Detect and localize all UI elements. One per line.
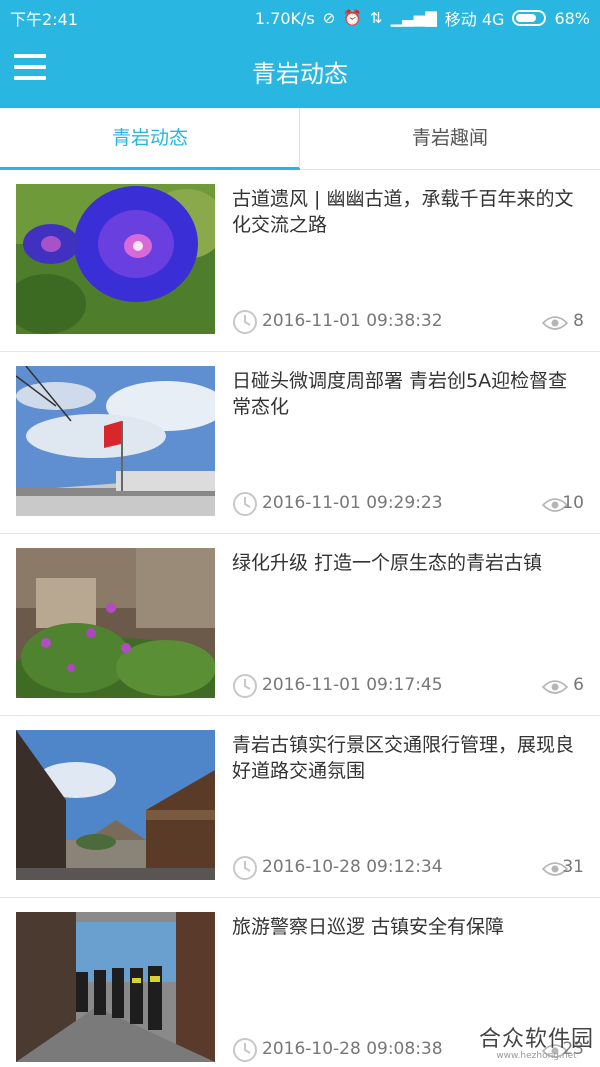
battery-percent: 68% bbox=[554, 8, 590, 28]
news-time: 2016-10-28 09:12:34 bbox=[262, 857, 443, 877]
watermark-text: 合众软件园 bbox=[478, 1027, 594, 1052]
news-meta: 2016-11-01 09:29:23 10 bbox=[232, 490, 584, 518]
news-title: 旅游警察日巡逻 古镇安全有保障 bbox=[232, 916, 505, 938]
news-thumbnail-old-town-street bbox=[16, 730, 215, 880]
clock-icon bbox=[233, 856, 257, 880]
watermark-logo: 合众软件园 www.hezhong.net bbox=[479, 1021, 594, 1061]
news-title: 绿化升级 打造一个原生态的青岩古镇 bbox=[232, 552, 543, 574]
eye-icon bbox=[542, 680, 568, 694]
news-meta: 2016-10-28 09:12:34 31 bbox=[232, 854, 584, 882]
network-speed: 1.70K/s bbox=[254, 8, 315, 28]
news-thumbnail-flag-building bbox=[16, 366, 215, 516]
news-item[interactable]: 绿化升级 打造一个原生态的青岩古镇 2016-11-01 09:17:45 6 bbox=[0, 534, 600, 716]
clock-icon bbox=[233, 310, 257, 334]
clock-icon bbox=[233, 492, 257, 516]
news-time: 2016-11-01 09:29:23 bbox=[262, 493, 443, 513]
clock-icon bbox=[233, 674, 257, 698]
status-indicators: 1.70K/s ⊘ ⏰ ⇅ ▁▃▅▇ 移动 4G 68% bbox=[255, 6, 590, 30]
news-meta: 2016-11-01 09:17:45 6 bbox=[232, 672, 584, 700]
tab-qingyan-anecdotes[interactable]: 青岩趣闻 bbox=[300, 108, 600, 169]
eye-icon bbox=[542, 316, 568, 330]
tab-divider bbox=[299, 108, 300, 168]
app-bar: 青岩动态 bbox=[0, 32, 600, 108]
news-views: 31 bbox=[562, 857, 584, 877]
sync-off-icon: ⊘ bbox=[322, 9, 336, 27]
news-title: 古道遗风 | 幽幽古道，承载千百年来的文化交流之路 bbox=[232, 188, 574, 236]
news-time: 2016-11-01 09:17:45 bbox=[262, 675, 443, 695]
news-item[interactable]: 日碰头微调度周部署 青岩创5A迎检督查常态化 2016-11-01 09:29:… bbox=[0, 352, 600, 534]
signal-icon: ▁▃▅▇ bbox=[390, 9, 437, 27]
page-title: 青岩动态 bbox=[252, 60, 348, 88]
clock-icon bbox=[233, 1038, 257, 1062]
battery-icon bbox=[512, 10, 547, 26]
status-bar: 下午2:41 1.70K/s ⊘ ⏰ ⇅ ▁▃▅▇ 移动 4G 68% bbox=[0, 0, 600, 32]
news-thumbnail-police-patrol bbox=[16, 912, 215, 1062]
news-item[interactable]: 青岩古镇实行景区交通限行管理，展现良好道路交通氛围 2016-10-28 09:… bbox=[0, 716, 600, 898]
news-item[interactable]: 古道遗风 | 幽幽古道，承载千百年来的文化交流之路 2016-11-01 09:… bbox=[0, 170, 600, 352]
news-title: 青岩古镇实行景区交通限行管理，展现良好道路交通氛围 bbox=[232, 734, 575, 782]
news-time: 2016-11-01 09:38:32 bbox=[262, 311, 443, 331]
status-time: 下午2:41 bbox=[10, 10, 78, 29]
news-meta: 2016-11-01 09:38:32 8 bbox=[232, 308, 584, 336]
news-thumbnail-morning-glory bbox=[16, 184, 215, 334]
tab-bar: 青岩动态 青岩趣闻 bbox=[0, 108, 600, 170]
news-time: 2016-10-28 09:08:38 bbox=[262, 1039, 443, 1059]
data-transfer-icon: ⇅ bbox=[370, 9, 383, 27]
news-list: 古道遗风 | 幽幽古道，承载千百年来的文化交流之路 2016-11-01 09:… bbox=[0, 170, 600, 1067]
news-title: 日碰头微调度周部署 青岩创5A迎检督查常态化 bbox=[232, 370, 568, 418]
alarm-icon: ⏰ bbox=[343, 9, 363, 27]
tab-qingyan-news[interactable]: 青岩动态 bbox=[0, 108, 300, 170]
watermark-url: www.hezhong.net bbox=[496, 1051, 577, 1061]
carrier-label: 移动 4G bbox=[444, 10, 505, 29]
news-thumbnail-flowers-street bbox=[16, 548, 215, 698]
news-views: 10 bbox=[562, 493, 584, 513]
news-views: 6 bbox=[573, 675, 584, 695]
news-views: 8 bbox=[573, 311, 584, 331]
